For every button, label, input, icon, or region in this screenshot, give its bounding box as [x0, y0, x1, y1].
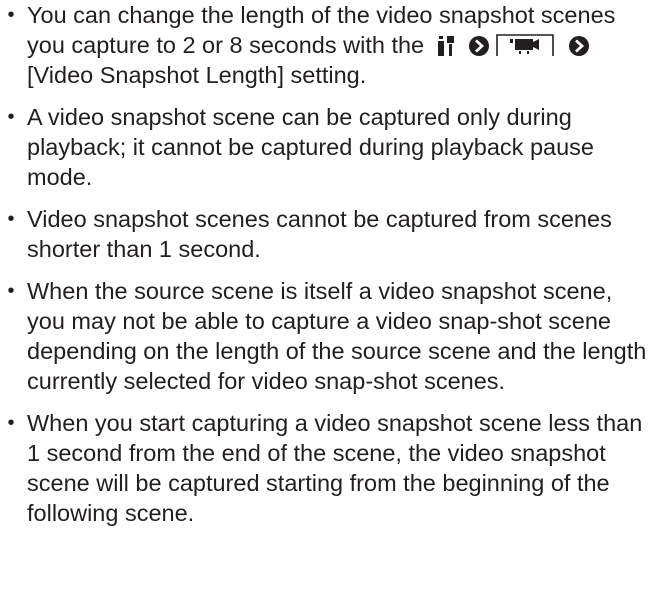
- bullet: •: [7, 106, 15, 128]
- note-text: When the source scene is itself a video …: [27, 278, 647, 394]
- bullet: •: [7, 208, 15, 230]
- chevron-right-circle-icon: [468, 34, 490, 56]
- bullet: •: [7, 412, 15, 434]
- note-text: A video snapshot scene can be captured o…: [27, 104, 594, 190]
- note-item-video-snapshot-length: • You can change the length of the video…: [0, 0, 655, 90]
- note-text: When you start capturing a video snapsho…: [27, 410, 643, 526]
- note-text: Video snapshot scenes cannot be captured…: [27, 206, 612, 262]
- bullet: •: [7, 4, 15, 26]
- chevron-right-circle-icon: [568, 34, 590, 56]
- note-text-continued: [Video Snapshot Length] setting.: [27, 62, 367, 88]
- bullet: •: [7, 280, 15, 302]
- note-item-end-of-scene: • When you start capturing a video snaps…: [0, 408, 655, 528]
- note-item-min-scene-length: • Video snapshot scenes cannot be captur…: [0, 204, 655, 264]
- notes-list: • You can change the length of the video…: [0, 0, 657, 528]
- video-playback-menu-tab-icon: [495, 33, 554, 57]
- note-item-playback-only: • A video snapshot scene can be captured…: [0, 102, 655, 192]
- manual-page: • You can change the length of the video…: [0, 0, 657, 609]
- note-item-source-is-snapshot: • When the source scene is itself a vide…: [0, 276, 655, 396]
- tools-menu-icon: [436, 34, 456, 56]
